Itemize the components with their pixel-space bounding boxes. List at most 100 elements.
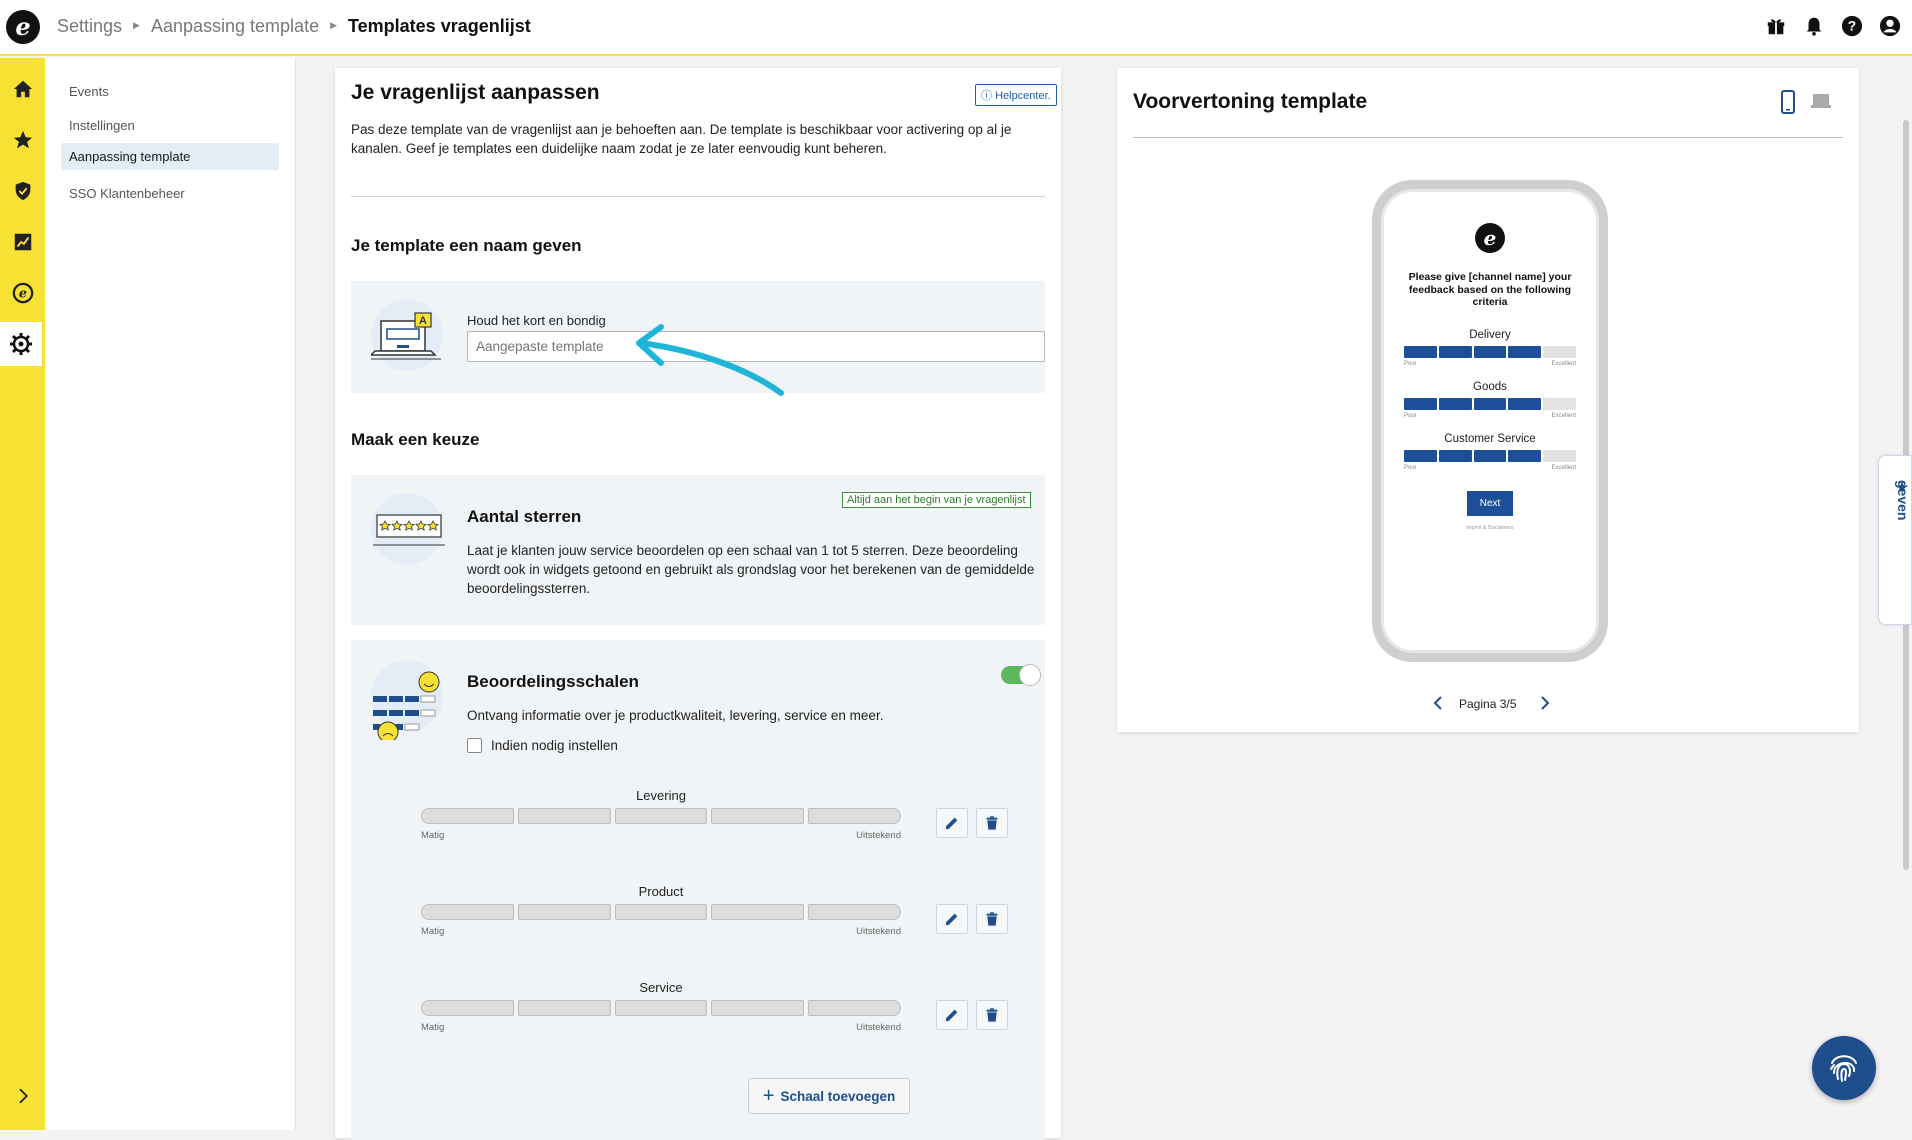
preview-scale-label: Customer Service bbox=[1444, 432, 1536, 445]
trash-icon[interactable] bbox=[976, 808, 1008, 838]
bell-icon[interactable] bbox=[1802, 14, 1826, 38]
scale-bar bbox=[421, 1000, 901, 1016]
scale-product: Product Matig Uitstekend bbox=[421, 884, 901, 937]
choice-heading: Maak een keuze bbox=[351, 430, 480, 449]
add-scale-button[interactable]: + Schaal toevoegen bbox=[748, 1078, 910, 1114]
mobile-icon[interactable] bbox=[1779, 90, 1797, 119]
scale-label: Product bbox=[638, 884, 684, 899]
home-icon[interactable] bbox=[0, 67, 45, 111]
feedback-tab-text: Feedback geven bbox=[1895, 480, 1912, 545]
preview-low-label: Poor bbox=[1404, 360, 1417, 367]
svg-text:?: ? bbox=[1848, 19, 1856, 34]
top-bar: e Settings ▶ Aanpassing template ▶ Templ… bbox=[0, 0, 1912, 56]
settings-subnav: Events Instellingen Aanpassing template … bbox=[45, 58, 296, 1130]
chevron-right-icon[interactable] bbox=[0, 1074, 45, 1118]
scale-levering: Levering Matig Uitstekend bbox=[421, 788, 901, 841]
subnav-item-instellingen[interactable]: Instellingen bbox=[61, 112, 279, 139]
pagination-label: Pagina 3/5 bbox=[1459, 697, 1517, 711]
name-section-heading: Je template een naam geven bbox=[351, 236, 582, 255]
always-first-badge: Altijd aan het begin van je vragenlijst bbox=[842, 492, 1031, 508]
preview-scale-label: Delivery bbox=[1469, 328, 1511, 341]
subnav-item-events[interactable]: Events bbox=[61, 78, 279, 105]
plus-icon: + bbox=[762, 1085, 775, 1107]
help-icon[interactable]: ? bbox=[1840, 14, 1864, 38]
ekomi-icon[interactable]: e bbox=[0, 271, 45, 315]
left-rail: e bbox=[0, 58, 45, 1130]
breadcrumb-separator-icon: ▶ bbox=[133, 20, 140, 30]
scale-label: Levering bbox=[636, 788, 686, 803]
shield-icon[interactable] bbox=[0, 169, 45, 213]
preview-high-label: Excellent bbox=[1551, 412, 1576, 419]
breadcrumb-item[interactable]: Settings bbox=[57, 16, 122, 37]
breadcrumb-current: Templates vragenlijst bbox=[348, 16, 531, 36]
scale-high-label: Uitstekend bbox=[856, 1022, 901, 1033]
logo[interactable]: e bbox=[6, 10, 40, 44]
prev-page-icon[interactable] bbox=[1432, 696, 1444, 715]
desktop-icon[interactable] bbox=[1810, 92, 1832, 115]
template-preview-panel: Voorvertoning template e Please give [ch… bbox=[1117, 68, 1859, 732]
phone-mockup: e Please give [channel name] your feedba… bbox=[1372, 180, 1608, 662]
rating-scales-description: Ontvang informatie over je productkwalit… bbox=[467, 708, 884, 723]
preview-footer: Imprint & Disclaimers bbox=[1466, 524, 1514, 531]
name-field-label: Houd het kort en bondig bbox=[467, 313, 606, 328]
feedback-tab[interactable]: ★ Feedback geven bbox=[1878, 455, 1912, 625]
trash-icon[interactable] bbox=[976, 904, 1008, 934]
help-circle-icon: ⓘ bbox=[981, 90, 992, 102]
edit-icon[interactable] bbox=[936, 904, 968, 934]
fingerprint-icon bbox=[1830, 1055, 1857, 1082]
preview-next-button: Next bbox=[1467, 490, 1513, 516]
star-icon[interactable] bbox=[0, 118, 45, 162]
preview-title: Voorvertoning template bbox=[1133, 90, 1368, 113]
next-page-icon[interactable] bbox=[1539, 696, 1551, 715]
scale-bar bbox=[421, 904, 901, 920]
rating-scales-title: Beoordelingsschalen bbox=[467, 672, 639, 691]
preview-scale-bar bbox=[1404, 397, 1576, 410]
checkbox-label: Indien nodig instellen bbox=[491, 738, 618, 753]
edit-icon[interactable] bbox=[936, 808, 968, 838]
gear-icon[interactable] bbox=[0, 322, 42, 366]
scale-high-label: Uitstekend bbox=[856, 926, 901, 937]
name-section-box: A Houd het kort en bondig bbox=[351, 281, 1045, 396]
phone-screen: e Please give [channel name] your feedba… bbox=[1381, 189, 1599, 653]
preview-low-label: Poor bbox=[1404, 464, 1417, 471]
subnav-item-sso[interactable]: SSO Klantenbeheer bbox=[61, 180, 279, 207]
helpcenter-label: Helpcenter. bbox=[995, 90, 1051, 102]
scale-low-label: Matig bbox=[421, 1022, 445, 1033]
scale-bar bbox=[421, 808, 901, 824]
stars-title: Aantal sterren bbox=[467, 507, 582, 526]
chart-icon[interactable] bbox=[0, 220, 45, 264]
rating-scales-illustration bbox=[371, 660, 443, 743]
scale-service: Service Matig Uitstekend bbox=[421, 980, 901, 1033]
breadcrumb-item[interactable]: Aanpassing template bbox=[151, 16, 319, 37]
helpcenter-link[interactable]: ⓘ Helpcenter. bbox=[975, 84, 1057, 106]
scale-high-label: Uitstekend bbox=[856, 830, 901, 841]
preview-scale-bar bbox=[1404, 345, 1576, 358]
preview-scale-label: Goods bbox=[1473, 380, 1507, 393]
toggle-knob bbox=[1019, 664, 1041, 686]
preview-question: Please give [channel name] your feedback… bbox=[1408, 271, 1572, 308]
preview-low-label: Poor bbox=[1404, 412, 1417, 419]
breadcrumb-separator-icon: ▶ bbox=[330, 20, 337, 30]
stars-description: Laat je klanten jouw service beoordelen … bbox=[467, 543, 1035, 596]
svg-text:A: A bbox=[419, 315, 427, 327]
preview-high-label: Excellent bbox=[1551, 464, 1576, 471]
configure-if-needed-checkbox[interactable] bbox=[467, 738, 482, 753]
logo-letter: e bbox=[15, 12, 31, 41]
add-scale-label: Schaal toevoegen bbox=[780, 1088, 896, 1104]
fingerprint-button[interactable] bbox=[1812, 1036, 1876, 1100]
trash-icon[interactable] bbox=[976, 1000, 1008, 1030]
breadcrumb: Settings ▶ Aanpassing template ▶ Templat… bbox=[57, 16, 531, 37]
page-title: Je vragenlijst aanpassen bbox=[351, 81, 600, 104]
scale-low-label: Matig bbox=[421, 830, 445, 841]
account-icon[interactable] bbox=[1878, 14, 1902, 38]
edit-icon[interactable] bbox=[936, 1000, 968, 1030]
preview-scale-bar bbox=[1404, 449, 1576, 462]
annotation-arrow-icon bbox=[636, 324, 784, 396]
rating-scales-card: Beoordelingsschalen Ontvang informatie o… bbox=[351, 640, 1045, 1140]
stars-illustration bbox=[371, 493, 445, 565]
rating-scales-toggle[interactable] bbox=[1001, 664, 1041, 686]
template-editor-panel: Je vragenlijst aanpassen ⓘ Helpcenter. P… bbox=[335, 68, 1061, 1140]
gift-icon[interactable] bbox=[1764, 14, 1788, 38]
svg-text:e: e bbox=[18, 287, 26, 302]
subnav-item-aanpassing-template[interactable]: Aanpassing template bbox=[61, 143, 279, 170]
